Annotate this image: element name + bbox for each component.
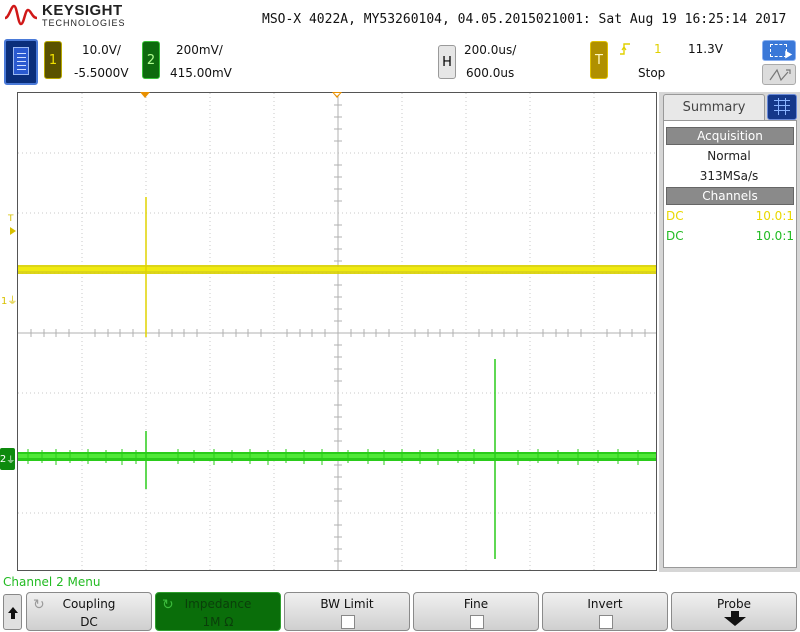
horizontal-delay[interactable]: 600.0us xyxy=(466,66,514,80)
channel2-offset[interactable]: 415.00mV xyxy=(170,66,232,80)
fine-checkbox[interactable] xyxy=(470,615,484,629)
probe-softkey[interactable]: Probe xyxy=(671,592,797,631)
summary-content: Acquisition Normal 313MSa/s Channels DC … xyxy=(663,120,797,568)
acquisition-mode: Normal xyxy=(707,149,751,163)
channel1-summary: DC 10.0:1 xyxy=(666,209,794,223)
rising-edge-icon xyxy=(620,43,630,55)
invert-label: Invert xyxy=(587,597,623,611)
sample-rate: 313MSa/s xyxy=(699,169,759,183)
invert-checkbox[interactable] xyxy=(599,615,613,629)
trigger-position-marker[interactable] xyxy=(140,92,150,98)
trigger-level-marker[interactable] xyxy=(10,227,16,235)
channel2-probe: 10.0:1 xyxy=(755,229,794,243)
waveform-icon xyxy=(769,68,791,82)
bw-limit-checkbox[interactable] xyxy=(341,615,355,629)
waveform-display[interactable] xyxy=(17,92,657,571)
channel2-scale[interactable]: 200mV/ xyxy=(176,43,223,57)
waveform-draw-button[interactable] xyxy=(762,64,796,85)
document-icon xyxy=(13,47,29,75)
impedance-label: Impedance xyxy=(184,597,252,611)
time-per-division[interactable]: 200.0us/ xyxy=(464,43,516,57)
instrument-info: MSO-X 4022A, MY53260104, 04.05.201502100… xyxy=(262,12,787,27)
channel1-probe: 10.0:1 xyxy=(755,209,794,223)
brand-name: KEYSIGHT xyxy=(42,2,123,19)
channel2-badge[interactable]: 2 xyxy=(142,41,160,79)
brand-subtitle: TECHNOLOGIES xyxy=(42,18,126,28)
menu-title: Channel 2 Menu xyxy=(3,575,101,589)
impedance-value: 1M Ω xyxy=(202,615,234,629)
bw-limit-label: BW Limit xyxy=(320,597,374,611)
tab-summary[interactable]: Summary xyxy=(663,94,765,120)
main-menu-button[interactable] xyxy=(4,39,38,85)
channel2-summary: DC 10.0:1 xyxy=(666,229,794,243)
menu-back-button[interactable] xyxy=(3,594,22,630)
tab-grid[interactable] xyxy=(767,94,797,120)
channel1-scale[interactable]: 10.0V/ xyxy=(82,43,121,57)
horizontal-badge[interactable]: H xyxy=(438,45,456,79)
cursor-select-button[interactable] xyxy=(762,40,796,61)
bw-limit-softkey[interactable]: BW Limit xyxy=(284,592,410,631)
fine-softkey[interactable]: Fine xyxy=(413,592,539,631)
impedance-softkey[interactable]: ↻ Impedance 1M Ω xyxy=(155,592,281,631)
coupling-value: DC xyxy=(80,615,98,629)
coupling-label: Coupling xyxy=(62,597,116,611)
time-reference-marker xyxy=(332,92,342,98)
trigger-level-label: T xyxy=(8,214,14,224)
channel1-badge[interactable]: 1 xyxy=(44,41,62,79)
keysight-logo-icon xyxy=(4,4,38,26)
acquisition-header: Acquisition xyxy=(666,127,794,145)
control-bar: 1 10.0V/ -5.5000V 2 200mV/ 415.00mV H 20… xyxy=(0,36,800,92)
coupling-softkey[interactable]: ↻ Coupling DC xyxy=(26,592,152,631)
channel2-coupling: DC xyxy=(666,229,684,243)
graticule-grid xyxy=(18,93,656,570)
softkey-bar: ↻ Coupling DC ↻ Impedance 1M Ω BW Limit … xyxy=(0,590,800,632)
probe-label: Probe xyxy=(716,597,752,611)
channels-header: Channels xyxy=(666,187,794,205)
ground-icon: ⏚ xyxy=(6,455,16,466)
trigger-source: 1 xyxy=(654,42,662,56)
channel2-ground-marker[interactable]: 2 ⏚ xyxy=(0,448,15,470)
run-status: Stop xyxy=(638,66,666,80)
channel1-ground-marker[interactable]: 1⏚ xyxy=(1,292,17,307)
title-bar: KEYSIGHT TECHNOLOGIES MSO-X 4022A, MY532… xyxy=(0,0,800,36)
trigger-badge[interactable]: T xyxy=(590,41,608,79)
ground-icon: ⏚ xyxy=(7,296,18,307)
trigger-level[interactable]: 11.3V xyxy=(688,42,723,56)
summary-panel: Summary Acquisition Normal 313MSa/s Chan… xyxy=(659,92,800,572)
channel1-offset[interactable]: -5.5000V xyxy=(74,66,129,80)
channel1-coupling: DC xyxy=(666,209,684,223)
invert-softkey[interactable]: Invert xyxy=(542,592,668,631)
submenu-arrow-icon xyxy=(724,611,746,626)
fine-label: Fine xyxy=(463,597,489,611)
